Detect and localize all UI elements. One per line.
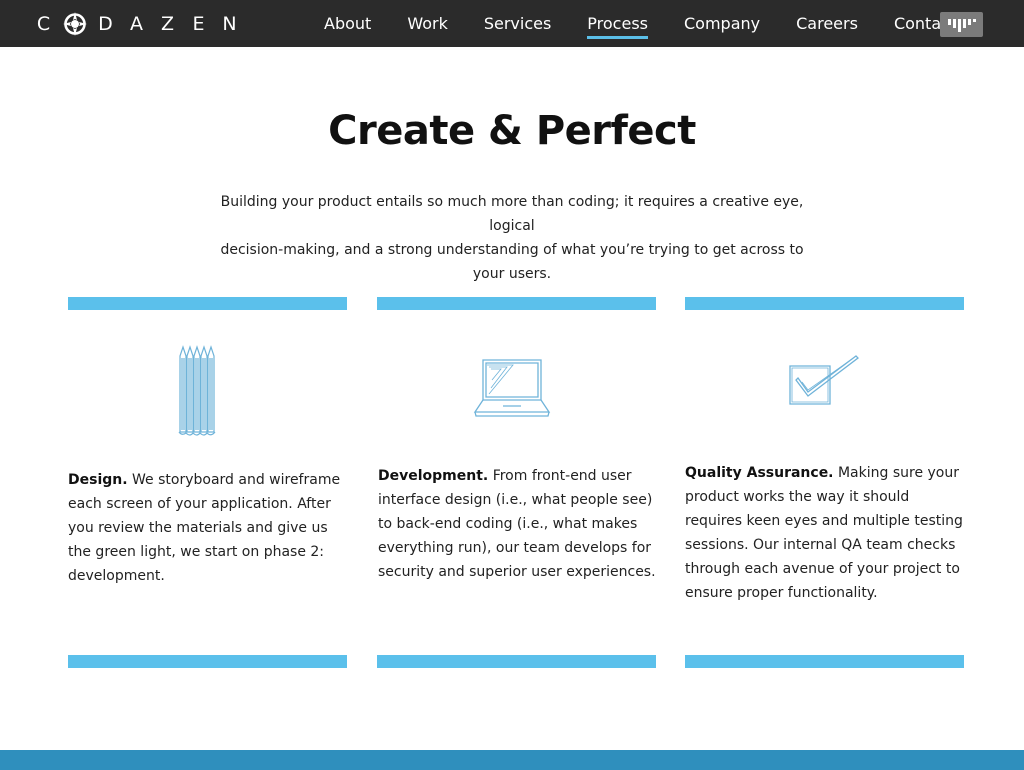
qa-text: Making sure your product works the way i…	[685, 465, 963, 601]
checkbox-icon	[789, 355, 859, 405]
page-title: Create & Perfect	[328, 108, 696, 154]
intro-line: decision-making, and a strong understand…	[220, 242, 804, 282]
brand-menu-button[interactable]	[940, 12, 983, 37]
development-heading: Development.	[378, 468, 489, 484]
design-illustration	[174, 344, 224, 443]
column-top-bar	[377, 297, 656, 310]
logo-letter: A	[130, 13, 143, 35]
logo-letter: C	[36, 13, 51, 35]
qa-illustration	[786, 352, 862, 415]
nav-link-company[interactable]: Company	[684, 0, 760, 47]
nav-link-work[interactable]: Work	[407, 0, 448, 47]
qa-heading: Quality Assurance.	[685, 465, 834, 481]
nav-link-about[interactable]: About	[324, 0, 371, 47]
design-heading: Design.	[68, 472, 128, 488]
development-description: Development. From front-end user interfa…	[378, 464, 663, 584]
intro-paragraph: Building your product entails so much mo…	[212, 190, 812, 286]
logo-letter: D	[98, 13, 113, 35]
logo-letter: E	[192, 13, 205, 35]
logo-letter: N	[222, 13, 237, 35]
development-text: From front-end user interface design (i.…	[378, 468, 656, 580]
footer-strip	[0, 750, 1024, 770]
laptop-icon	[473, 359, 551, 417]
nav-link-process[interactable]: Process	[587, 0, 648, 47]
pencils-icon	[178, 345, 216, 436]
logo-letter: Z	[160, 13, 175, 35]
design-text: We storyboard and wireframe each screen …	[68, 472, 341, 584]
column-bottom-bar	[377, 655, 656, 668]
logo-mark-icon	[63, 12, 87, 36]
nav-link-careers[interactable]: Careers	[796, 0, 858, 47]
intro-line: Building your product entails so much mo…	[220, 194, 804, 234]
brand-mark-icon	[947, 18, 976, 32]
column-top-bar	[685, 297, 964, 310]
design-description: Design. We storyboard and wireframe each…	[68, 468, 353, 588]
top-navigation-bar: C D A Z E N About Work Services Process …	[0, 0, 1024, 47]
codazen-logo[interactable]: C D A Z E N	[28, 12, 245, 36]
column-bottom-bar	[68, 655, 347, 668]
qa-description: Quality Assurance. Making sure your prod…	[685, 461, 965, 605]
column-top-bar	[68, 297, 347, 310]
nav-link-services[interactable]: Services	[484, 0, 551, 47]
development-illustration	[473, 356, 553, 425]
main-nav: About Work Services Process Company Care…	[306, 0, 974, 47]
column-bottom-bar	[685, 655, 964, 668]
